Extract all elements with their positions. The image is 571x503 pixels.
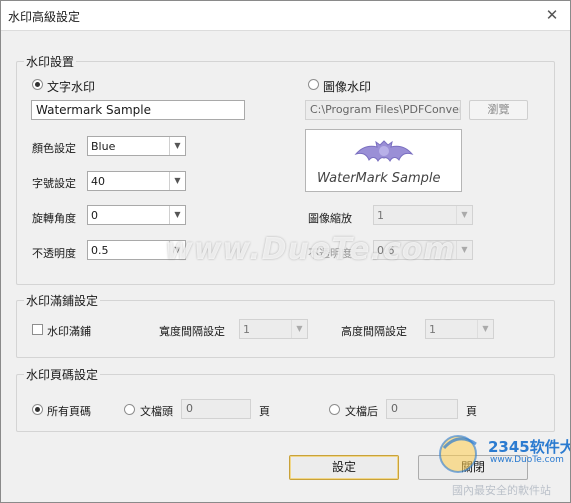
site-watermark: www.DuoTe.com <box>165 232 456 267</box>
all-pages-radio[interactable] <box>32 404 43 415</box>
chevron-down-icon[interactable]: ▼ <box>456 241 472 259</box>
height-gap-label: 高度間隔設定 <box>341 325 407 338</box>
watermark-text-input[interactable]: Watermark Sample <box>31 100 245 120</box>
tile-checkbox-label[interactable]: 水印滿鋪 <box>47 323 91 339</box>
text-watermark-radio[interactable] <box>32 79 43 90</box>
window-title: 水印高級設定 <box>8 10 81 24</box>
width-gap-value: 1 <box>243 323 250 336</box>
color-select-value: Blue <box>91 140 116 153</box>
image-scale-select[interactable]: 1 ▼ <box>373 205 473 225</box>
corner-url-text: www.DuoTe.com <box>490 455 564 465</box>
font-size-select[interactable]: 40 ▼ <box>87 171 186 191</box>
preview-text: WaterMark Sample <box>317 171 441 186</box>
image-watermark-radio[interactable] <box>308 79 319 90</box>
text-opacity-label: 不透明度 <box>32 247 76 260</box>
tile-settings-legend: 水印滿鋪設定 <box>24 292 101 309</box>
chevron-down-icon[interactable]: ▼ <box>291 320 307 338</box>
width-gap-label: 寬度間隔設定 <box>159 325 225 338</box>
page-settings-legend: 水印頁碼設定 <box>24 366 101 383</box>
brand-logo-icon <box>439 435 477 473</box>
doc-head-input[interactable]: 0 <box>181 399 251 419</box>
ok-button[interactable]: 設定 <box>289 455 399 480</box>
bat-logo-icon <box>354 140 414 162</box>
doc-head-unit: 頁 <box>259 405 270 418</box>
corner-brand-text: 2345软件大全 <box>488 438 571 456</box>
doc-tail-radio[interactable] <box>329 404 340 415</box>
doc-head-label[interactable]: 文檔頭 <box>140 403 173 419</box>
title-bar <box>0 0 571 31</box>
color-select[interactable]: Blue ▼ <box>87 136 186 156</box>
rotation-value: 0 <box>91 209 98 222</box>
doc-head-radio[interactable] <box>124 404 135 415</box>
browse-button[interactable]: 瀏覽 <box>469 100 528 120</box>
watermark-image-preview: WaterMark Sample <box>305 129 462 192</box>
width-gap-select[interactable]: 1 ▼ <box>239 319 308 339</box>
chevron-down-icon[interactable]: ▼ <box>169 137 185 155</box>
text-opacity-value: 0.5 <box>91 244 109 257</box>
chevron-down-icon[interactable]: ▼ <box>169 172 185 190</box>
image-scale-label: 圖像縮放 <box>308 212 352 225</box>
close-icon[interactable]: ✕ <box>542 5 562 25</box>
doc-tail-unit: 頁 <box>466 405 477 418</box>
rotation-label: 旋轉角度 <box>32 212 76 225</box>
height-gap-value: 1 <box>429 323 436 336</box>
image-path-input[interactable]: C:\Program Files\PDFConverte <box>305 100 461 120</box>
font-size-value: 40 <box>91 175 105 188</box>
image-watermark-label[interactable]: 圖像水印 <box>323 78 371 95</box>
color-label: 顏色設定 <box>32 142 76 155</box>
chevron-down-icon[interactable]: ▼ <box>477 320 493 338</box>
text-watermark-label[interactable]: 文字水印 <box>47 78 95 95</box>
corner-bottom-text: 國內最安全的軟件站 <box>452 484 551 497</box>
doc-tail-label[interactable]: 文檔后 <box>345 403 378 419</box>
chevron-down-icon[interactable]: ▼ <box>169 206 185 224</box>
font-size-label: 字號設定 <box>32 177 76 190</box>
chevron-down-icon[interactable]: ▼ <box>456 206 472 224</box>
all-pages-label[interactable]: 所有頁碼 <box>47 403 91 419</box>
doc-tail-input[interactable]: 0 <box>386 399 458 419</box>
tile-checkbox[interactable] <box>32 324 43 335</box>
rotation-select[interactable]: 0 ▼ <box>87 205 186 225</box>
height-gap-select[interactable]: 1 ▼ <box>425 319 494 339</box>
corner-watermark: 2345软件大全 www.DuoTe.com 國內最安全的軟件站 <box>432 428 571 503</box>
image-scale-value: 1 <box>377 209 384 222</box>
watermark-settings-legend: 水印設置 <box>24 53 77 70</box>
